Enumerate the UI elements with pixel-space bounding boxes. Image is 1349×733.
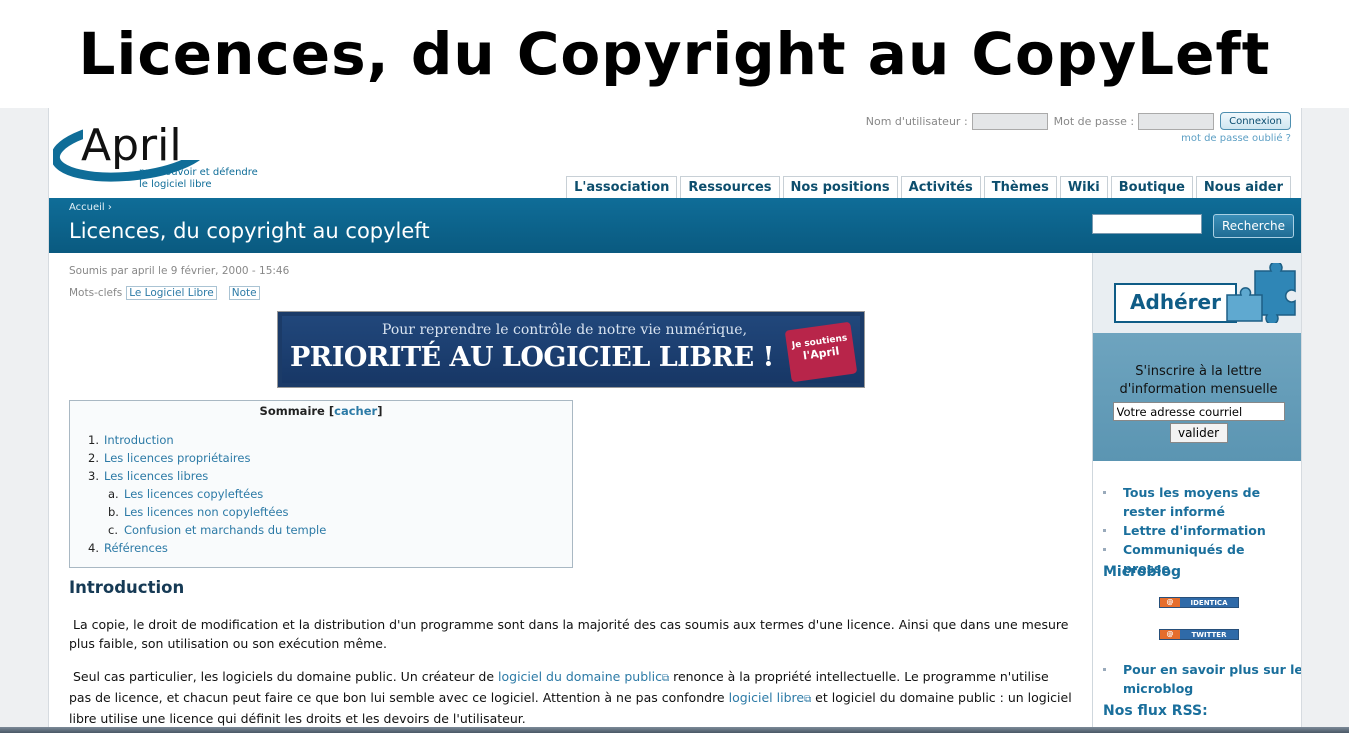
tab-positions[interactable]: Nos positions <box>782 176 898 198</box>
tab-wiki[interactable]: Wiki <box>1059 176 1108 198</box>
tab-ressources[interactable]: Ressources <box>680 176 780 198</box>
adherer-block: Adhérer <box>1093 253 1301 333</box>
web-page: April promouvoir et défendre le logiciel… <box>48 108 1302 733</box>
title-band: Accueil › Licences, du copyright au copy… <box>49 198 1301 253</box>
forgot-password-link[interactable]: mot de passe oublié ? <box>1181 133 1291 144</box>
toc-item: c. Confusion et marchands du temple <box>108 521 327 539</box>
rss-heading: Nos flux RSS: <box>1103 703 1208 719</box>
newsletter-title: S'inscrire à la lettre d'information men… <box>1119 364 1278 397</box>
username-label: Nom d'utilisateur : <box>865 114 968 128</box>
breadcrumb[interactable]: Accueil › <box>69 202 112 213</box>
tags-label: Mots-clefs <box>69 287 123 299</box>
tags-row: Mots-clefs Le Logiciel Libre Note <box>69 286 268 300</box>
tab-themes[interactable]: Thèmes <box>983 176 1057 198</box>
toc-link-proprietaires[interactable]: Les licences propriétaires <box>104 449 250 467</box>
link-domaine-public[interactable]: logiciel du domaine public <box>498 669 662 684</box>
campaign-banner[interactable]: Pour reprendre le contrôle de notre vie … <box>277 311 865 388</box>
at-icon: @ <box>1160 598 1180 607</box>
search-button[interactable]: Recherche <box>1213 214 1295 238</box>
intro-paragraph-1: La copie, le droit de modification et la… <box>69 617 1069 651</box>
link-microblog-more[interactable]: Pour en savoir plus sur le microblog <box>1103 660 1301 698</box>
login-button[interactable]: Connexion <box>1220 112 1291 130</box>
at-icon: @ <box>1160 630 1180 639</box>
toc-item: b. Les licences non copyleftées <box>108 503 289 521</box>
banner-subtitle: Pour reprendre le contrôle de notre vie … <box>382 322 748 338</box>
april-logo[interactable]: April promouvoir et défendre le logiciel… <box>50 112 263 194</box>
toc-link-non-copyleftees[interactable]: Les licences non copyleftées <box>124 503 289 521</box>
toc-link-confusion[interactable]: Confusion et marchands du temple <box>124 521 326 539</box>
browser-background-left <box>0 108 48 733</box>
toc-item: a. Les licences copyleftées <box>108 485 264 503</box>
newsletter-email-input[interactable] <box>1112 402 1285 421</box>
toc-item: 2. Les licences propriétaires <box>88 449 251 467</box>
slide-title: Licences, du Copyright au CopyLeft <box>78 20 1271 88</box>
puzzle-icon <box>1226 263 1296 323</box>
microblog-heading: Microblog <box>1103 564 1182 580</box>
toc-item: 3. Les licences libres <box>88 467 209 485</box>
tab-association[interactable]: L'association <box>566 176 678 198</box>
username-input[interactable] <box>971 112 1048 130</box>
tab-nous-aider[interactable]: Nous aider <box>1195 176 1291 198</box>
browser-background-right <box>1302 108 1349 733</box>
table-of-contents: Sommaire [cacher] 1. Introduction 2. Les l… <box>69 400 573 568</box>
password-label: Mot de passe : <box>1053 114 1135 128</box>
sidebar: Adhérer S'inscrire à la lettre d'informa… <box>1092 253 1301 733</box>
adherer-button[interactable]: Adhérer <box>1114 283 1237 323</box>
toc-link-introduction[interactable]: Introduction <box>104 431 174 449</box>
search-input[interactable] <box>1092 214 1202 234</box>
toc-item: 1. Introduction <box>88 431 174 449</box>
page-title: Licences, du copyright au copyleft <box>69 219 430 243</box>
link-rester-informe[interactable]: Tous les moyens de rester informé <box>1103 483 1293 521</box>
toc-header: Sommaire [cacher] <box>259 404 383 418</box>
toc-hide-link[interactable]: cacher <box>334 404 377 418</box>
tag-logiciel-libre[interactable]: Le Logiciel Libre <box>126 286 217 300</box>
logo-wordmark: April <box>81 120 182 171</box>
tag-note[interactable]: Note <box>228 286 260 300</box>
toc-item: 4. Références <box>88 539 168 557</box>
toc-link-copyleftees[interactable]: Les licences copyleftées <box>124 485 263 503</box>
password-input[interactable] <box>1138 112 1215 130</box>
os-taskbar[interactable] <box>0 727 1349 733</box>
main-nav: L'association Ressources Nos positions A… <box>566 176 1291 198</box>
toc-link-references[interactable]: Références <box>104 539 168 557</box>
link-lettre-information[interactable]: Lettre d'information <box>1103 521 1293 540</box>
identica-badge[interactable]: @ IDENTICA <box>1159 597 1239 608</box>
link-logiciel-libre[interactable]: logiciel libre <box>729 690 804 705</box>
newsletter-block: S'inscrire à la lettre d'information men… <box>1093 333 1301 461</box>
toc-link-libres[interactable]: Les licences libres <box>104 467 208 485</box>
intro-paragraph-2: Seul cas particulier, les logiciels du d… <box>69 669 1072 726</box>
login-form: Nom d'utilisateur : Mot de passe : Connexi… <box>866 112 1291 130</box>
logo-tagline-1: promouvoir et défendre <box>139 166 258 178</box>
newsletter-submit-button[interactable]: valider <box>1169 423 1228 443</box>
microblog-links: Pour en savoir plus sur le microblog <box>1103 660 1301 698</box>
introduction-heading: Introduction <box>69 578 185 597</box>
banner-badge: Je soutiens l'April <box>784 321 858 383</box>
banner-headline: PRIORITÉ AU LOGICIEL LIBRE ! <box>290 342 774 373</box>
tab-activites[interactable]: Activités <box>900 176 981 198</box>
submitted-info: Soumis par april le 9 février, 2000 - 15… <box>69 265 290 277</box>
twitter-badge[interactable]: @ TWITTER <box>1159 629 1239 640</box>
tab-boutique[interactable]: Boutique <box>1110 176 1193 198</box>
logo-tagline-2: le logiciel libre <box>139 179 211 190</box>
